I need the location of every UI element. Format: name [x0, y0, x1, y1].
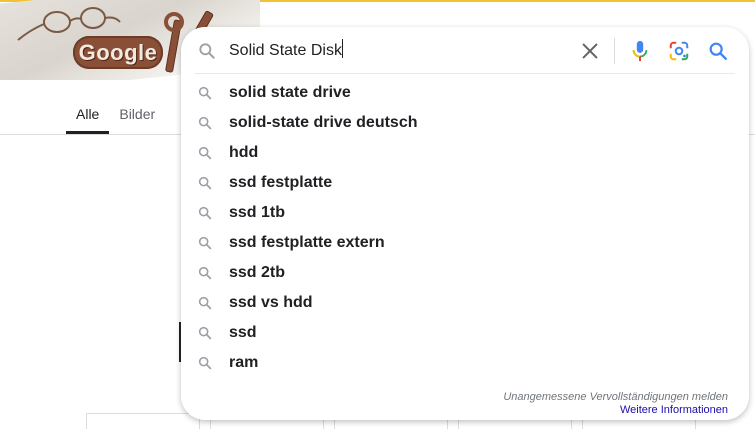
search-icon: [198, 176, 212, 190]
suggestion-list: solid state drive solid-state drive deut…: [181, 78, 749, 378]
search-suggestions-divider: [195, 73, 735, 74]
search-icon: [198, 206, 212, 220]
result-chip[interactable]: [86, 413, 200, 429]
suggestion-text: ram: [229, 354, 259, 371]
search-icon: [198, 116, 212, 130]
search-icon: [198, 266, 212, 280]
search-input-value: Solid State Disk: [229, 42, 342, 59]
suggestion-text: hdd: [229, 144, 259, 161]
tab-alle[interactable]: Alle: [66, 100, 110, 134]
search-icon: [198, 296, 212, 310]
text-caret: [341, 39, 343, 58]
suggestion-text: ssd: [229, 324, 257, 341]
suggestion-item[interactable]: solid state drive: [181, 78, 749, 108]
suggestion-item[interactable]: ssd 1tb: [181, 198, 749, 228]
suggestion-item[interactable]: ssd 2tb: [181, 258, 749, 288]
search-icon: [198, 356, 212, 370]
suggestion-item[interactable]: hdd: [181, 138, 749, 168]
search-icon: [199, 43, 215, 59]
search-icon: [198, 146, 212, 160]
close-icon[interactable]: [579, 40, 601, 62]
search-tabs: Alle Bilder: [66, 100, 165, 134]
suggestion-item[interactable]: ram: [181, 348, 749, 378]
tab-bilder[interactable]: Bilder: [109, 100, 165, 134]
suggestion-text: ssd 2tb: [229, 264, 286, 281]
suggestion-text: solid state drive: [229, 84, 351, 101]
suggestion-text: ssd vs hdd: [229, 294, 313, 311]
report-completions-link[interactable]: Unangemessene Vervollständigungen melden: [503, 391, 728, 403]
search-bar: Solid State Disk: [181, 27, 749, 75]
suggestion-text: solid-state drive deutsch: [229, 114, 418, 131]
more-info-link[interactable]: Weitere Informationen: [620, 404, 728, 416]
suggestion-item[interactable]: ssd festplatte: [181, 168, 749, 198]
doodle-logo: Google: [73, 36, 163, 69]
search-icon: [198, 326, 212, 340]
suggestion-text: ssd 1tb: [229, 204, 286, 221]
search-icon: [198, 236, 212, 250]
suggestion-text: ssd festplatte: [229, 174, 333, 191]
search-autocomplete-panel: Solid State Disk solid state drive solid…: [181, 27, 749, 420]
suggestion-item[interactable]: ssd: [181, 318, 749, 348]
suggestion-text: ssd festplatte extern: [229, 234, 385, 251]
search-bar-separator: [614, 38, 615, 64]
camera-lens-icon[interactable]: [668, 40, 690, 62]
search-input[interactable]: Solid State Disk: [229, 39, 609, 63]
suggestion-item[interactable]: ssd festplatte extern: [181, 228, 749, 258]
suggestion-item[interactable]: solid-state drive deutsch: [181, 108, 749, 138]
search-icon: [198, 86, 212, 100]
search-submit-icon[interactable]: [707, 40, 729, 62]
mic-icon[interactable]: [629, 39, 651, 63]
suggestion-item[interactable]: ssd vs hdd: [181, 288, 749, 318]
